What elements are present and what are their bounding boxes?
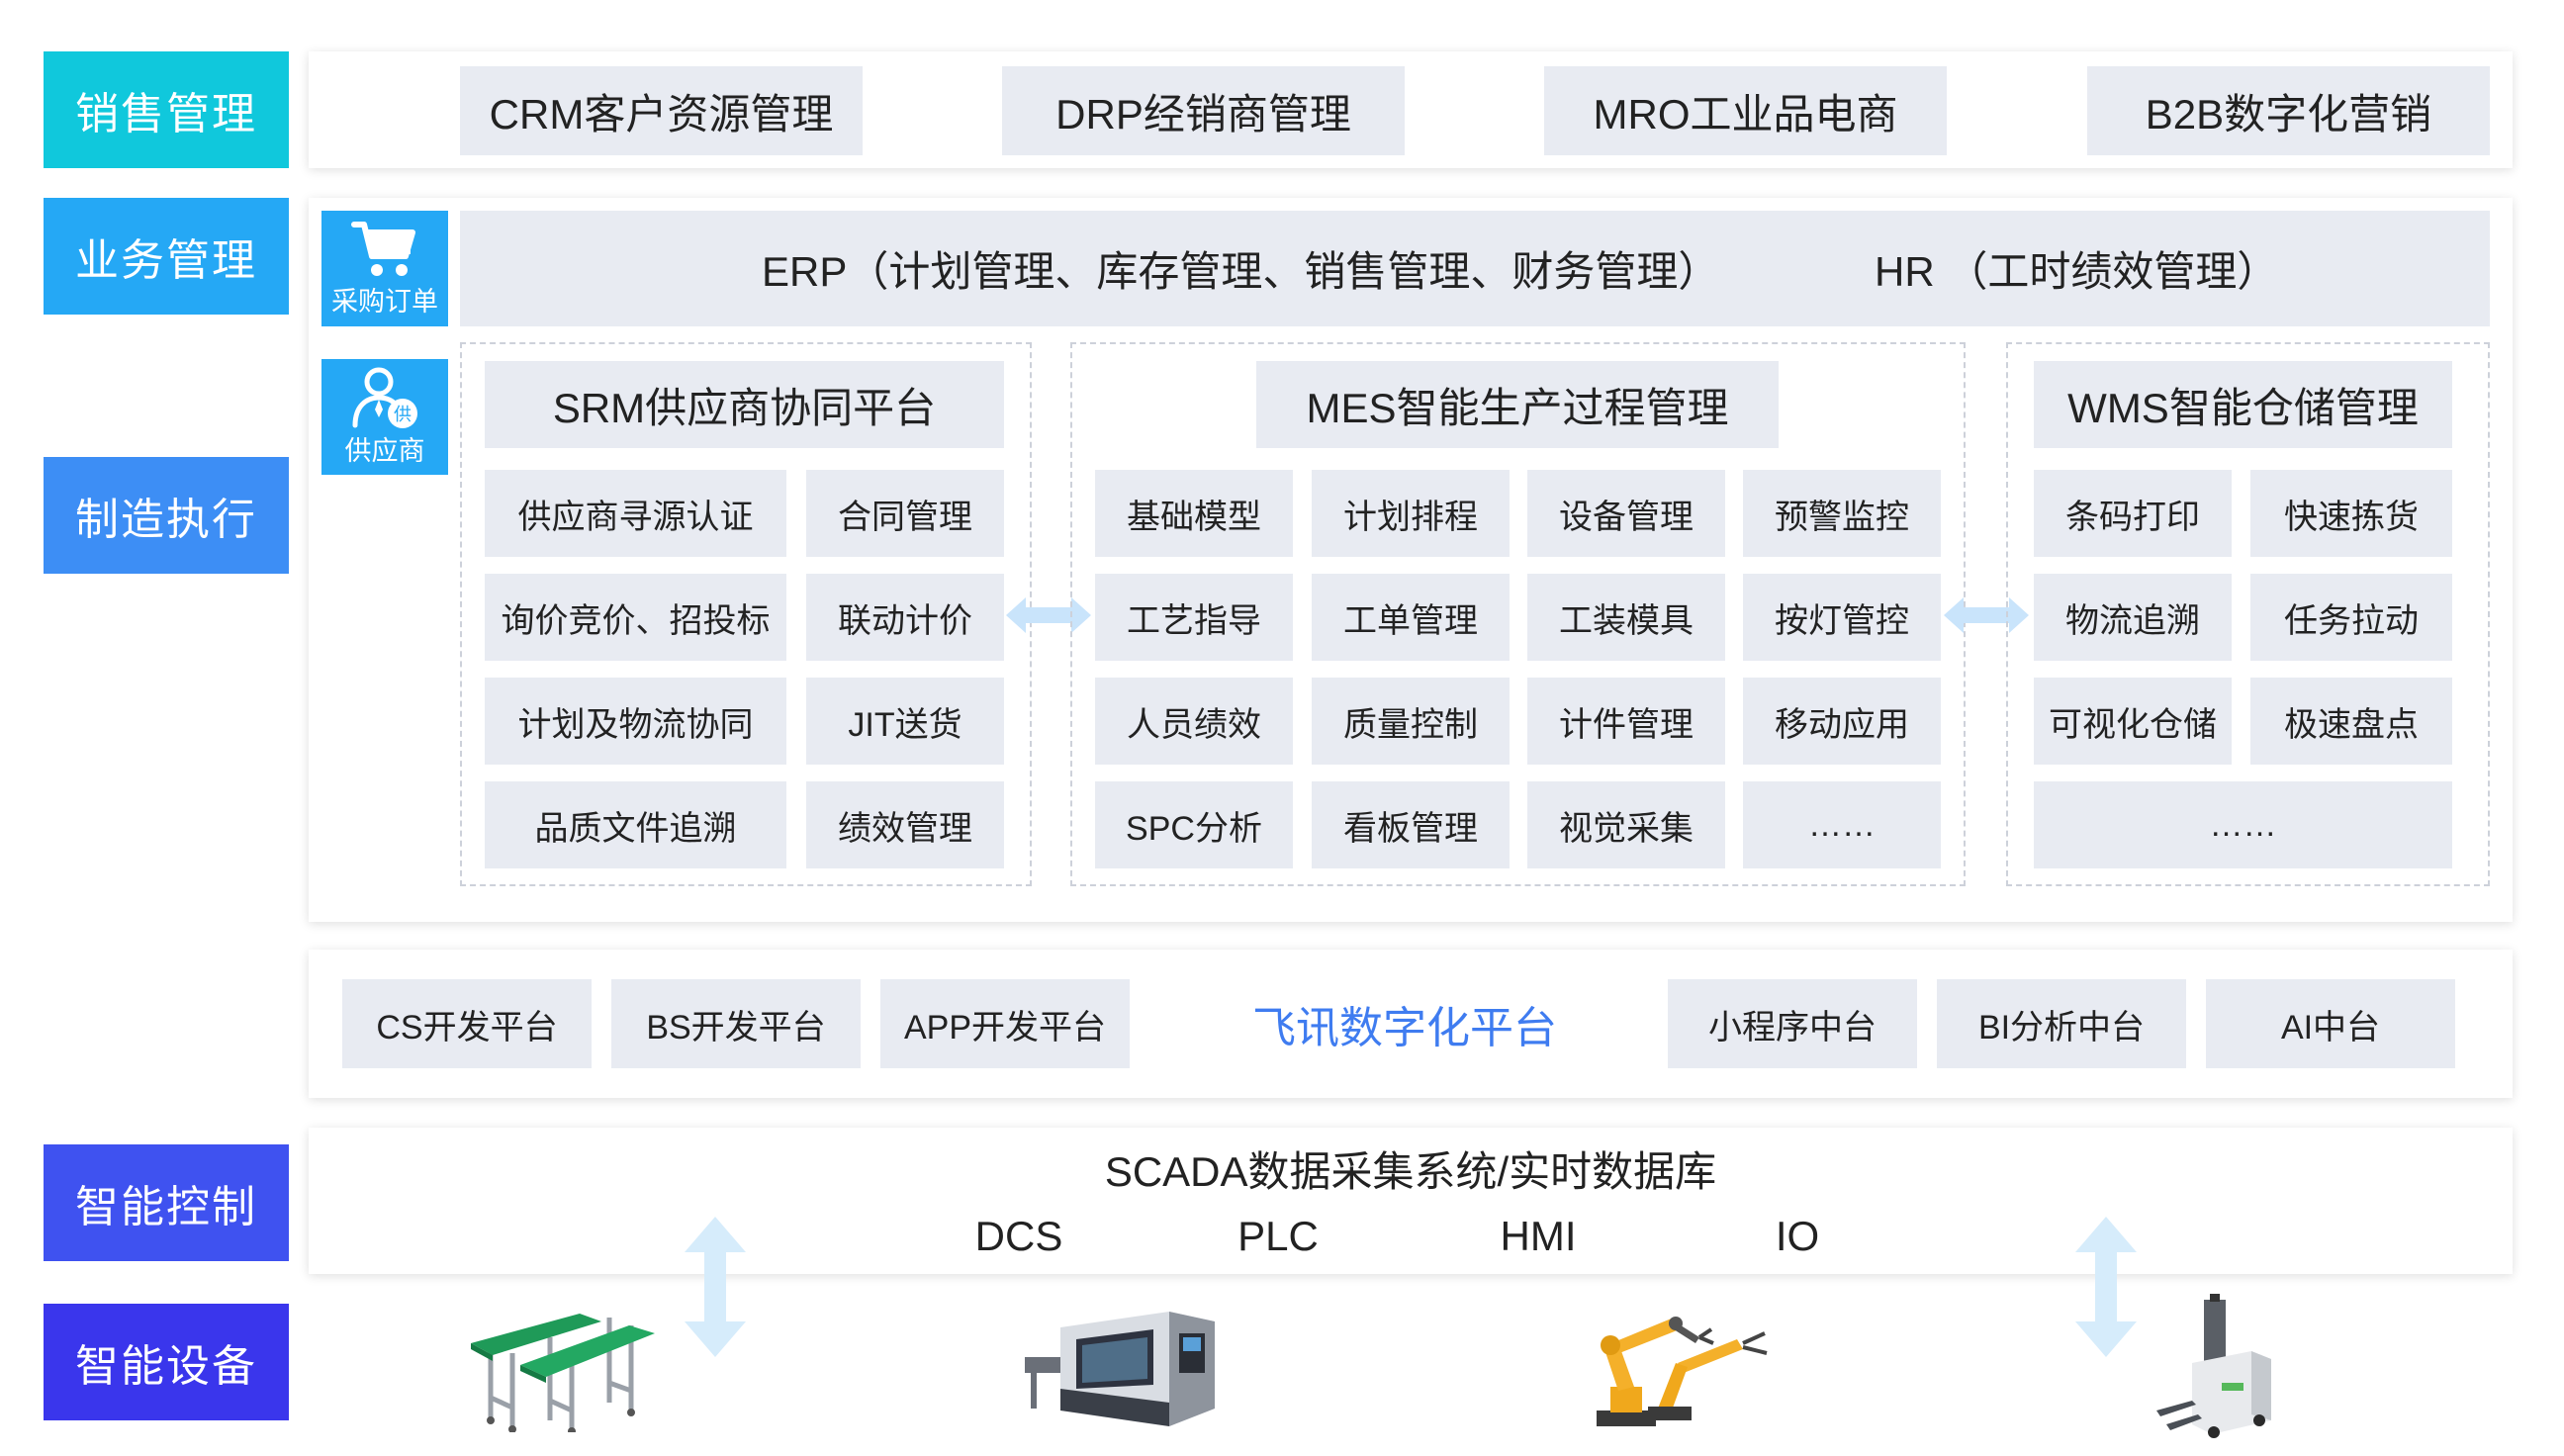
vertical-double-arrow-icon xyxy=(2075,1217,2137,1357)
purchase-order-label: 采购订单 xyxy=(331,287,438,317)
mes-item: 工艺指导 xyxy=(1095,574,1293,661)
mes-item: 计划排程 xyxy=(1312,470,1510,557)
supplier-label: 供应商 xyxy=(344,436,425,466)
platform-cs: CS开发平台 xyxy=(342,979,592,1068)
platform-center-title: 飞讯数字化平台 xyxy=(1252,1004,1557,1052)
srm-item: 计划及物流协同 xyxy=(485,678,786,765)
srm-item: JIT送货 xyxy=(806,678,1004,765)
wms-title: WMS智能仓储管理 xyxy=(2034,361,2452,448)
mes-item: 设备管理 xyxy=(1527,470,1725,557)
mes-item: 看板管理 xyxy=(1312,781,1510,868)
srm-item: 询价竞价、招投标 xyxy=(485,574,786,661)
wms-item: …… xyxy=(2034,781,2452,868)
platform-app: APP开发平台 xyxy=(880,979,1130,1068)
cnc-lathe-image xyxy=(1025,1312,1215,1426)
wms-item: 极速盘点 xyxy=(2250,678,2452,765)
mes-item: 移动应用 xyxy=(1743,678,1941,765)
cart-icon xyxy=(351,222,415,276)
sales-drp: DRP经销商管理 xyxy=(1002,66,1405,155)
mes-item: 计件管理 xyxy=(1527,678,1725,765)
platform-ai: AI中台 xyxy=(2206,979,2455,1068)
purchase-order-tile: 采购订单 xyxy=(321,211,448,326)
srm-item: 供应商寻源认证 xyxy=(485,470,786,557)
scada-hmi: HMI xyxy=(1500,1213,1577,1259)
supplier-tile: 供 供应商 xyxy=(321,359,448,475)
category-business: 业务管理 xyxy=(44,198,289,315)
vertical-double-arrow-icon xyxy=(685,1217,746,1357)
mes-item: 预警监控 xyxy=(1743,470,1941,557)
srm-item: 合同管理 xyxy=(806,470,1004,557)
mes-item: 视觉采集 xyxy=(1527,781,1725,868)
srm-item: 品质文件追溯 xyxy=(485,781,786,868)
srm-item: 联动计价 xyxy=(806,574,1004,661)
mes-item: 工单管理 xyxy=(1312,574,1510,661)
scada-plc: PLC xyxy=(1237,1213,1319,1259)
supplier-badge: 供 xyxy=(394,405,412,425)
sales-mro: MRO工业品电商 xyxy=(1544,66,1947,155)
category-sales: 销售管理 xyxy=(44,51,289,168)
wms-item: 条码打印 xyxy=(2034,470,2232,557)
sales-crm: CRM客户资源管理 xyxy=(460,66,863,155)
hr-text: HR （工时绩效管理） xyxy=(1875,248,2279,295)
scada-io: IO xyxy=(1775,1213,1820,1259)
srm-title: SRM供应商协同平台 xyxy=(485,361,1004,448)
erp-text: ERP（计划管理、库存管理、销售管理、财务管理） xyxy=(762,248,1720,295)
srm-item: 绩效管理 xyxy=(806,781,1004,868)
category-manufacturing: 制造执行 xyxy=(44,457,289,574)
category-control: 智能控制 xyxy=(44,1144,289,1261)
sales-b2b: B2B数字化营销 xyxy=(2087,66,2490,155)
mes-item: SPC分析 xyxy=(1095,781,1293,868)
agv-forklift-image xyxy=(2156,1294,2271,1438)
platform-bs: BS开发平台 xyxy=(611,979,861,1068)
wms-item: 可视化仓储 xyxy=(2034,678,2232,765)
platform-miniprogram: 小程序中台 xyxy=(1668,979,1917,1068)
category-devices: 智能设备 xyxy=(44,1304,289,1420)
erp-hr-bar: ERP（计划管理、库存管理、销售管理、财务管理） HR （工时绩效管理） xyxy=(460,211,2490,326)
mes-item: 按灯管控 xyxy=(1743,574,1941,661)
wms-item: 物流追溯 xyxy=(2034,574,2232,661)
wms-item: 快速拣货 xyxy=(2250,470,2452,557)
conveyor-image xyxy=(471,1314,655,1432)
scada-title: SCADA数据采集系统/实时数据库 xyxy=(1104,1147,1717,1195)
mes-item: 基础模型 xyxy=(1095,470,1293,557)
mes-title: MES智能生产过程管理 xyxy=(1256,361,1779,448)
mes-item: 工装模具 xyxy=(1527,574,1725,661)
supplier-person-icon: 供 xyxy=(352,367,417,428)
wms-item: 任务拉动 xyxy=(2250,574,2452,661)
platform-bi: BI分析中台 xyxy=(1937,979,2186,1068)
mes-item: …… xyxy=(1743,781,1941,868)
scada-dcs: DCS xyxy=(974,1213,1063,1259)
mes-item: 人员绩效 xyxy=(1095,678,1293,765)
mes-item: 质量控制 xyxy=(1312,678,1510,765)
robot-arm-image xyxy=(1597,1317,1768,1426)
